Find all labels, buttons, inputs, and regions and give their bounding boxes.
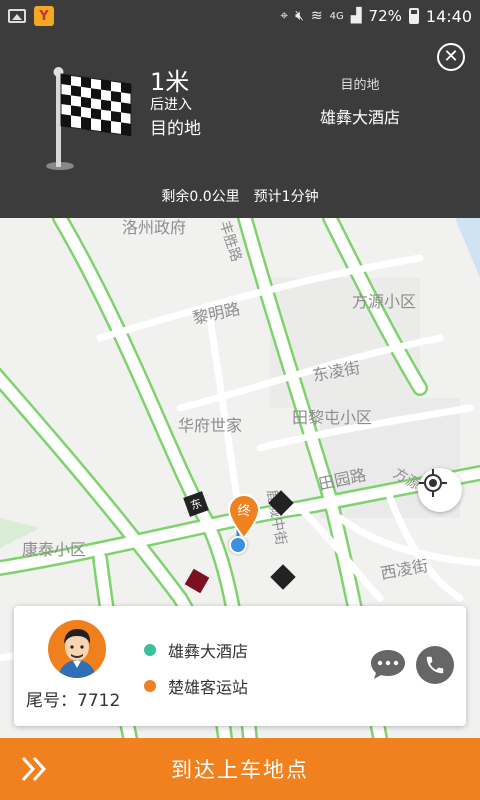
dropoff-name: 楚雄客运站: [168, 678, 249, 697]
close-button[interactable]: ✕: [437, 43, 465, 71]
maneuver-target: 目的地: [150, 119, 201, 139]
remaining-distance: 剩余0.0公里: [161, 189, 240, 205]
gallery-notification-icon: [8, 9, 26, 23]
clock: 14:40: [425, 6, 472, 26]
map-label: 华府世家: [178, 416, 243, 435]
dropoff-address: 楚雄客运站: [144, 674, 248, 698]
arrive-pickup-label: 到达上车地点: [171, 758, 309, 782]
destination-name: 雄彝大酒店: [319, 108, 400, 127]
network-type: 4G: [329, 10, 344, 22]
maneuver-distance: 1米: [150, 68, 190, 96]
end-marker-label: 终: [237, 503, 250, 519]
pickup-dot: [144, 644, 156, 656]
app-notification-icon: Y: [34, 6, 54, 26]
checkered-flag-icon: [46, 67, 132, 170]
pickup-address: 雄彝大酒店: [144, 638, 248, 662]
maneuver-action: 后进入: [150, 97, 192, 113]
dropoff-dot: [144, 680, 156, 692]
map-label: 方源小区: [352, 292, 417, 311]
battery-percent: 72%: [368, 7, 402, 25]
destination-caption: 目的地: [340, 78, 380, 93]
status-bar: Y ⌖ 🔇︎ ≋ 4G ▟ 72% 14:40: [0, 0, 480, 32]
locate-button[interactable]: [418, 468, 462, 512]
signal-icon: ▟: [350, 8, 362, 24]
estimated-time: 预计1分钟: [253, 189, 319, 205]
map-label: 康泰小区: [22, 540, 87, 559]
chat-button[interactable]: [369, 648, 407, 682]
end-marker[interactable]: 终: [227, 494, 261, 540]
tail-number: 尾号：7712: [26, 691, 121, 711]
wifi-icon: ≋: [310, 8, 323, 24]
location-icon: ⌖: [280, 8, 289, 24]
mute-icon: 🔇︎: [295, 8, 304, 24]
map-label: 田黎屯小区: [292, 408, 373, 427]
pickup-name: 雄彝大酒店: [168, 642, 249, 661]
arrive-pickup-button[interactable]: 到达上车地点: [0, 738, 480, 800]
phone-icon: [426, 656, 444, 674]
current-location-marker: [229, 536, 247, 554]
double-chevron-icon: [21, 756, 47, 782]
close-icon: ✕: [443, 46, 459, 67]
call-button[interactable]: [416, 646, 454, 684]
battery-icon: [408, 8, 419, 24]
trip-summary: 剩余0.0公里 预计1分钟: [0, 186, 480, 206]
locate-icon: [419, 469, 447, 497]
driver-avatar: [48, 620, 106, 678]
map-label: 洛州政府: [122, 218, 187, 237]
trip-info-card: 尾号：7712 雄彝大酒店 楚雄客运站: [14, 606, 466, 726]
navigation-header: 1米 后进入 目的地 目的地 雄彝大酒店 ✕ 剩余0.0公里 预计1分钟: [0, 32, 480, 218]
